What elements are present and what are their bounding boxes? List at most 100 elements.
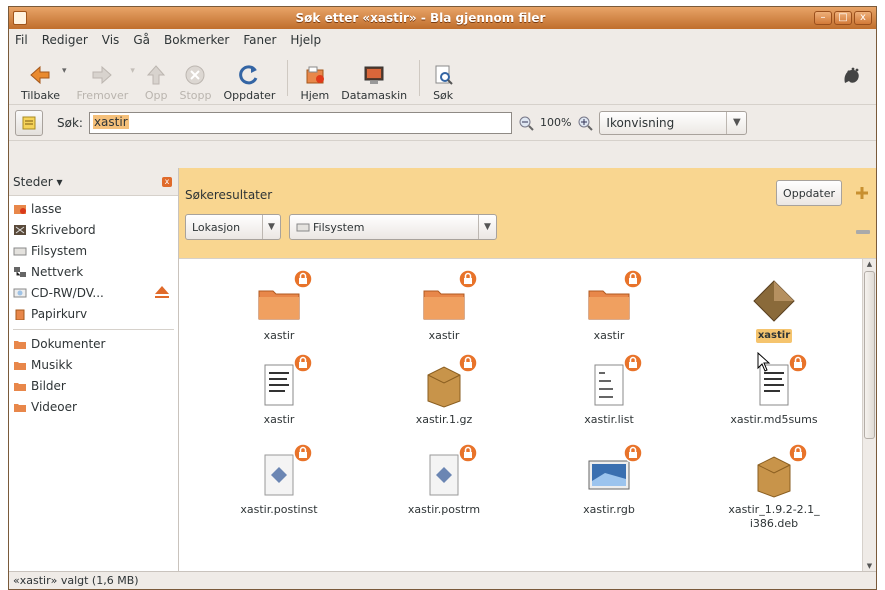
stop-icon <box>185 65 205 84</box>
view-mode-select[interactable]: Ikonvisning ▼ <box>599 110 748 135</box>
back-history-dropdown-icon[interactable]: ▾ <box>62 66 67 76</box>
up-arrow-icon <box>147 64 166 84</box>
sidebar-item-videos[interactable]: Videoer <box>9 396 178 417</box>
file-item[interactable]: xastir.1.gz <box>374 353 514 427</box>
criterion-type-select[interactable]: Lokasjon ▼ <box>185 214 281 240</box>
folder-icon <box>14 382 26 391</box>
file-name: xastir.1.gz <box>415 413 473 426</box>
network-icon <box>14 266 26 277</box>
add-criterion-icon[interactable] <box>854 185 870 201</box>
image-file-icon <box>585 443 643 499</box>
reload-button[interactable]: Oppdater <box>217 54 281 102</box>
title-bar[interactable]: Søk etter «xastir» - Bla gjennom filer –… <box>9 7 876 29</box>
sidebar-item-pictures[interactable]: Bilder <box>9 375 178 396</box>
file-item[interactable]: xastir <box>704 277 844 343</box>
folder-icon <box>14 361 26 370</box>
file-item[interactable]: xastir.md5sums <box>704 353 844 427</box>
search-results-bar: Søkeresultater Oppdater Lokasjon ▼ Filsy… <box>179 168 876 258</box>
menu-view[interactable]: Vis <box>102 33 120 47</box>
sidebar-item-network[interactable]: Nettverk <box>9 261 178 282</box>
toolbar-separator <box>419 59 421 96</box>
close-button[interactable]: x <box>854 11 872 25</box>
script-icon <box>420 443 478 499</box>
text-file-icon <box>255 353 313 409</box>
file-item[interactable]: xastir <box>374 269 514 343</box>
menu-tabs[interactable]: Faner <box>243 33 276 47</box>
file-name: xastir.list <box>584 413 634 426</box>
places-sidebar: Steder ▾ x lasse Skrivebord Filsystem Ne… <box>9 168 179 571</box>
file-name: xastir <box>263 329 295 342</box>
toolbar-separator <box>287 59 289 96</box>
mouse-cursor-icon <box>757 352 771 372</box>
minimize-button[interactable]: – <box>814 11 832 25</box>
chevron-down-icon: ▼ <box>726 111 746 134</box>
home-folder-icon <box>14 204 26 214</box>
sidebar-title-dropdown[interactable]: Steder ▾ <box>13 175 62 189</box>
file-item[interactable]: xastir.postrm <box>374 443 514 517</box>
file-name: xastir.md5sums <box>730 413 818 426</box>
menu-file[interactable]: Fil <box>15 33 28 47</box>
up-button[interactable]: Opp <box>139 54 174 102</box>
scroll-down-icon[interactable]: ▼ <box>864 561 875 571</box>
file-item[interactable]: xastir_1.9.2-2.1_ i386.deb <box>704 443 844 531</box>
file-item[interactable]: xastir <box>209 269 349 343</box>
vertical-scrollbar[interactable]: ▲ ▼ <box>862 259 876 571</box>
stop-button[interactable]: Stopp <box>173 54 217 102</box>
sidebar-item-home[interactable]: lasse <box>9 198 178 219</box>
folder-icon <box>14 340 26 349</box>
file-icon-view[interactable]: ▲ ▼ xastir xastir xastir xastir xastir xastir… <box>179 258 876 571</box>
folder-icon <box>255 269 313 325</box>
scroll-up-icon[interactable]: ▲ <box>864 259 875 269</box>
menu-help[interactable]: Hjelp <box>290 33 321 47</box>
update-results-button[interactable]: Oppdater <box>776 180 842 206</box>
file-name: xastir.postrm <box>407 503 481 516</box>
forward-history-dropdown-icon[interactable]: ▾ <box>130 66 135 76</box>
sidebar-separator <box>13 324 174 330</box>
location-select[interactable]: Filsystem ▼ <box>289 214 497 240</box>
file-item[interactable]: xastir.postinst <box>209 443 349 517</box>
search-input[interactable]: xastir <box>88 111 512 134</box>
eject-icon[interactable] <box>154 285 170 299</box>
zoom-out-icon[interactable] <box>518 115 534 131</box>
sidebar-item-filesystem[interactable]: Filsystem <box>9 240 178 261</box>
sidebar-item-desktop[interactable]: Skrivebord <box>9 219 178 240</box>
reload-icon <box>239 64 258 84</box>
menu-edit[interactable]: Rediger <box>42 33 88 47</box>
menu-bookmarks[interactable]: Bokmerker <box>164 33 229 47</box>
sidebar-item-documents[interactable]: Dokumenter <box>9 333 178 354</box>
file-name: xastir <box>428 329 460 342</box>
sidebar-close-icon[interactable]: x <box>162 176 172 187</box>
search-toggle-button[interactable] <box>15 109 43 136</box>
remove-criterion-icon[interactable] <box>856 230 870 234</box>
menu-go[interactable]: Gå <box>133 33 150 47</box>
sidebar-item-trash[interactable]: Papirkurv <box>9 303 178 324</box>
zoom-level[interactable]: 100% <box>540 116 571 129</box>
forward-button[interactable]: Fremover <box>71 54 135 102</box>
back-button[interactable]: Tilbake <box>15 54 66 102</box>
forward-arrow-icon <box>92 65 113 84</box>
sidebar-item-cdrom[interactable]: CD-RW/DV... <box>9 282 178 303</box>
throbber-icon <box>844 67 859 83</box>
file-item[interactable]: xastir.rgb <box>539 443 679 517</box>
maximize-button[interactable]: □ <box>834 11 852 25</box>
sidebar-item-music[interactable]: Musikk <box>9 354 178 375</box>
file-item[interactable]: xastir <box>209 353 349 427</box>
archive-icon <box>420 353 478 409</box>
drive-icon <box>13 247 27 255</box>
home-button[interactable]: Hjem <box>294 54 335 102</box>
menu-bar: Fil Rediger Vis Gå Bokmerker Faner Hjelp <box>9 29 876 51</box>
chevron-down-icon: ▼ <box>478 215 496 239</box>
computer-button[interactable]: Datamaskin <box>335 54 413 102</box>
scrollbar-thumb[interactable] <box>864 271 875 439</box>
cdrom-icon <box>13 288 27 297</box>
app-icon[interactable] <box>13 11 27 25</box>
script-icon <box>255 443 313 499</box>
desktop-icon <box>14 224 26 235</box>
lock-emblem-icon <box>623 443 643 463</box>
folder-icon <box>420 269 478 325</box>
toolbar: Tilbake ▾ Fremover ▾ Opp Stopp Oppdater … <box>9 51 876 105</box>
zoom-in-icon[interactable] <box>577 115 594 131</box>
file-item[interactable]: xastir.list <box>539 353 679 427</box>
file-item[interactable]: xastir <box>539 269 679 343</box>
search-button[interactable]: Søk <box>426 54 460 102</box>
